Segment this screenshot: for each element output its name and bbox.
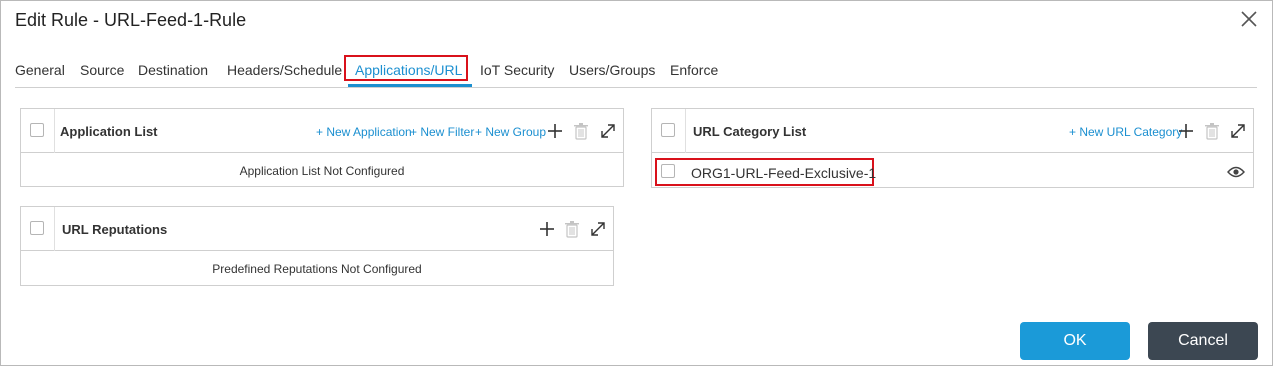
- add-icon[interactable]: [1178, 123, 1194, 144]
- tab-destination[interactable]: Destination: [138, 62, 208, 78]
- expand-icon[interactable]: [1229, 122, 1247, 145]
- url-reputations-select-all-checkbox[interactable]: [30, 221, 44, 235]
- cancel-button[interactable]: Cancel: [1148, 322, 1258, 360]
- dialog-title: Edit Rule - URL-Feed-1-Rule: [15, 10, 247, 30]
- url-reputations-empty-message: Predefined Reputations Not Configured: [212, 262, 422, 276]
- application-list-panel: Application List + New Application + New…: [20, 108, 624, 187]
- url-reputations-panel: URL Reputations Predefined Reputations N…: [20, 206, 614, 286]
- header-divider: [54, 207, 55, 251]
- edit-rule-dialog: Edit Rule - URL-Feed-1-Rule General Sour…: [0, 0, 1273, 366]
- application-list-header: Application List + New Application + New…: [21, 109, 623, 153]
- close-icon[interactable]: [1239, 9, 1259, 29]
- trash-icon[interactable]: [564, 220, 580, 243]
- add-icon[interactable]: [547, 123, 563, 144]
- trash-icon[interactable]: [1204, 122, 1220, 145]
- application-list-empty-message: Application List Not Configured: [239, 164, 405, 178]
- application-list-select-all-checkbox[interactable]: [30, 123, 44, 137]
- tab-bar: General Source Destination Headers/Sched…: [15, 55, 1257, 88]
- new-application-link[interactable]: + New Application: [316, 125, 412, 139]
- expand-icon[interactable]: [589, 220, 607, 243]
- header-divider: [54, 109, 55, 153]
- url-category-list-panel: URL Category List + New URL Category ORG…: [651, 108, 1254, 188]
- url-category-list-header: URL Category List + New URL Category: [652, 109, 1253, 153]
- tab-iot-security[interactable]: IoT Security: [480, 62, 554, 78]
- url-category-row-checkbox[interactable]: [661, 164, 675, 178]
- active-tab-underline: [348, 84, 472, 87]
- tab-headers-schedule[interactable]: Headers/Schedule: [227, 62, 342, 78]
- new-filter-link[interactable]: + New Filter: [410, 125, 474, 139]
- url-category-list-title: URL Category List: [693, 124, 807, 139]
- expand-icon[interactable]: [599, 122, 617, 145]
- trash-icon[interactable]: [573, 122, 589, 145]
- url-category-row-name: ORG1-URL-Feed-Exclusive-1: [691, 165, 877, 181]
- application-list-title: Application List: [60, 124, 158, 139]
- tab-general[interactable]: General: [15, 62, 65, 78]
- tab-source[interactable]: Source: [80, 62, 124, 78]
- url-reputations-title: URL Reputations: [62, 222, 168, 237]
- tab-users-groups[interactable]: Users/Groups: [569, 62, 655, 78]
- ok-button[interactable]: OK: [1020, 322, 1130, 360]
- url-category-select-all-checkbox[interactable]: [661, 123, 675, 137]
- url-reputations-header: URL Reputations: [21, 207, 613, 251]
- tab-enforce[interactable]: Enforce: [670, 62, 718, 78]
- eye-icon[interactable]: [1227, 165, 1245, 183]
- new-group-link[interactable]: + New Group: [475, 125, 546, 139]
- add-icon[interactable]: [539, 221, 555, 242]
- active-tab-highlight: [344, 55, 468, 81]
- header-divider: [685, 109, 686, 153]
- new-url-category-link[interactable]: + New URL Category: [1069, 125, 1182, 139]
